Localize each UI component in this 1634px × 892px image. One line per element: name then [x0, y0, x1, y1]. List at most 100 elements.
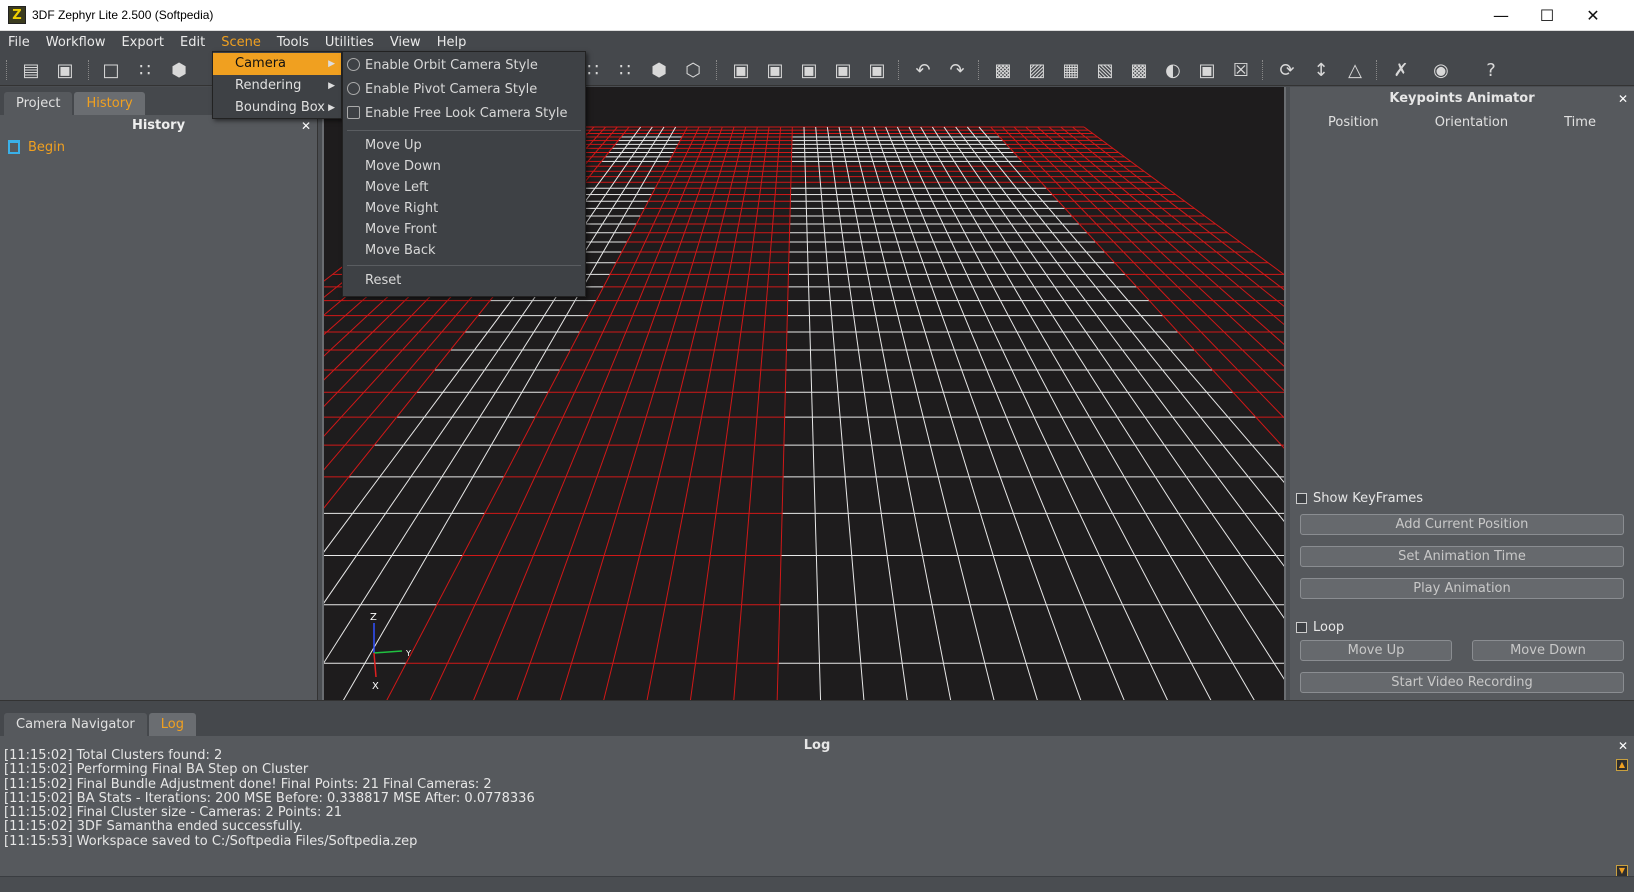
tools-icon[interactable]: ✗ [1388, 58, 1414, 82]
enable-free-look-camera-item[interactable]: Enable Free Look Camera Style [343, 102, 585, 126]
history-item[interactable]: Begin [0, 137, 317, 157]
scene-menu-bounding-box[interactable]: Bounding Box ▶ [213, 97, 341, 119]
show-keyframes-checkbox[interactable]: Show KeyFrames [1296, 491, 1423, 506]
z-axis-label: Z [370, 612, 377, 623]
filter-6-icon[interactable]: ▣ [1194, 58, 1220, 82]
reset-camera-item[interactable]: Reset [343, 270, 585, 291]
filter-2-icon[interactable]: ▨ [1024, 58, 1050, 82]
loop-label: Loop [1313, 620, 1345, 635]
scene-menu-camera[interactable]: Camera ▶ [213, 53, 341, 75]
grid-line [689, 126, 770, 700]
filter-7-icon[interactable]: ☒ [1228, 58, 1254, 82]
add-current-position-button[interactable]: Add Current Position [1300, 514, 1624, 535]
close-button[interactable]: ✕ [1570, 0, 1616, 31]
filter-5-icon[interactable]: ◐ [1160, 58, 1186, 82]
play-animation-button[interactable]: Play Animation [1300, 578, 1624, 599]
log-line: [11:15:02] Final Bundle Adjustment done!… [4, 776, 492, 792]
move-up-button[interactable]: Move Up [1300, 640, 1452, 661]
start-video-recording-button[interactable]: Start Video Recording [1300, 672, 1624, 693]
filter-4-icon[interactable]: ▩ [1126, 58, 1152, 82]
menu-export[interactable]: Export [113, 31, 172, 54]
move-down-button[interactable]: Move Down [1472, 640, 1624, 661]
move-down-item[interactable]: Move Down [343, 156, 585, 177]
move-right-item[interactable]: Move Right [343, 198, 585, 219]
point-cloud-icon[interactable]: ∷ [132, 58, 158, 82]
checkbox-box[interactable] [1296, 622, 1307, 633]
select-tool-2-icon[interactable]: ▣ [762, 58, 788, 82]
log-line: [11:15:02] 3DF Samantha ended successful… [4, 819, 303, 835]
solid-mesh-icon[interactable]: ⬢ [646, 58, 672, 82]
help-icon[interactable]: ? [1478, 58, 1504, 82]
orbit-icon[interactable]: ⟳ [1274, 58, 1300, 82]
column-position[interactable]: Position [1328, 111, 1379, 135]
move-front-item[interactable]: Move Front [343, 219, 585, 240]
enable-orbit-camera-label: Enable Orbit Camera Style [365, 58, 538, 73]
y-axis-label: Y [405, 649, 411, 658]
loop-checkbox[interactable]: Loop [1296, 620, 1344, 635]
grid-line [1048, 126, 1284, 326]
close-animator-icon[interactable]: ✕ [1618, 87, 1628, 111]
show-keyframes-label: Show KeyFrames [1313, 491, 1424, 506]
move-left-item[interactable]: Move Left [343, 177, 585, 198]
tab-log[interactable]: Log [148, 713, 196, 736]
grid-line [826, 126, 908, 700]
menu-workflow[interactable]: Workflow [38, 31, 114, 54]
tab-camera-navigator[interactable]: Camera Navigator [4, 713, 147, 736]
axis-gizmo: Z Y X [370, 612, 411, 692]
wire-mesh-icon[interactable]: ⬡ [680, 58, 706, 82]
camera-submenu: Enable Orbit Camera Style Enable Pivot C… [342, 51, 586, 297]
log-scrollbar[interactable]: ▲ ▼ [1616, 759, 1628, 877]
mesh-icon[interactable]: ⬢ [166, 58, 192, 82]
measure-icon[interactable]: ↕ [1308, 58, 1334, 82]
submenu-arrow-icon: ▶ [328, 103, 335, 113]
toolbar-separator [88, 60, 90, 80]
new-project-icon[interactable]: ▤ [18, 58, 44, 82]
app-window: Z 3DF Zephyr Lite 2.500 (Softpedia) — ☐ … [0, 0, 1634, 892]
undo-icon[interactable]: ↶ [910, 58, 936, 82]
select-area-icon[interactable]: □ [98, 58, 124, 82]
checkbox-box[interactable] [1296, 493, 1307, 504]
mask-icon[interactable]: ◉ [1428, 58, 1454, 82]
select-tool-5-icon[interactable]: ▣ [864, 58, 890, 82]
save-icon[interactable]: ▣ [52, 58, 78, 82]
select-tool-1-icon[interactable]: ▣ [728, 58, 754, 82]
menu-separator [347, 130, 581, 131]
plane-icon[interactable]: △ [1342, 58, 1368, 82]
maximize-button[interactable]: ☐ [1524, 0, 1570, 31]
left-panel: Project History History ✕ Begin [0, 87, 318, 700]
toolbar-separator [898, 60, 900, 80]
close-log-icon[interactable]: ✕ [1618, 736, 1628, 756]
grid-line [646, 126, 758, 700]
set-animation-time-button[interactable]: Set Animation Time [1300, 546, 1624, 567]
keypoints-animator-title: Keypoints Animator [1389, 91, 1535, 106]
grid-line [978, 126, 1284, 484]
column-time[interactable]: Time [1564, 111, 1596, 135]
app-logo-icon: Z [8, 6, 26, 24]
rgb-icon[interactable]: ▦ [1058, 58, 1084, 82]
history-item-label: Begin [28, 139, 66, 155]
tab-history[interactable]: History [74, 92, 145, 115]
grid-line [990, 126, 1284, 449]
dense-points-icon[interactable]: ∷ [612, 58, 638, 82]
grid-line [873, 126, 1082, 700]
menu-edit[interactable]: Edit [172, 31, 213, 54]
title-bar: Z 3DF Zephyr Lite 2.500 (Softpedia) — ☐ … [0, 0, 1634, 31]
enable-orbit-camera-item[interactable]: Enable Orbit Camera Style [343, 54, 585, 78]
enable-pivot-camera-item[interactable]: Enable Pivot Camera Style [343, 78, 585, 102]
filter-3-icon[interactable]: ▧ [1092, 58, 1118, 82]
move-up-item[interactable]: Move Up [343, 135, 585, 156]
toolbar-separator [1376, 60, 1378, 80]
move-back-item[interactable]: Move Back [343, 240, 585, 261]
scene-menu-rendering[interactable]: Rendering ▶ [213, 75, 341, 97]
select-tool-3-icon[interactable]: ▣ [796, 58, 822, 82]
column-orientation[interactable]: Orientation [1435, 111, 1508, 135]
grid-line [885, 126, 1125, 700]
tab-project[interactable]: Project [4, 92, 73, 115]
filter-1-icon[interactable]: ▩ [990, 58, 1016, 82]
grid-line [1013, 126, 1284, 392]
select-tool-4-icon[interactable]: ▣ [830, 58, 856, 82]
menu-file[interactable]: File [0, 31, 38, 54]
scroll-up-icon[interactable]: ▲ [1616, 759, 1628, 771]
redo-icon[interactable]: ↷ [944, 58, 970, 82]
minimize-button[interactable]: — [1478, 0, 1524, 31]
